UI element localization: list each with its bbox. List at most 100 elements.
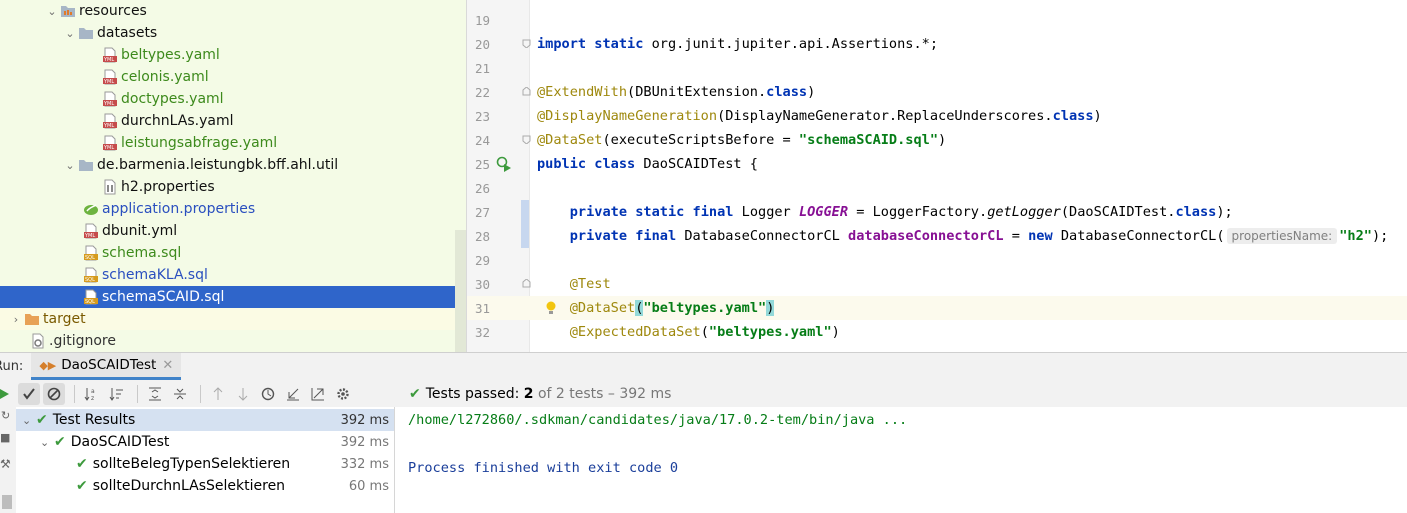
line-number: 30 xyxy=(474,276,490,292)
code-line-20[interactable]: 20 import static org.junit.jupiter.api.A… xyxy=(467,32,1407,56)
export-results-icon[interactable] xyxy=(307,383,329,405)
chevron-down-icon[interactable]: ⌄ xyxy=(62,27,78,40)
chevron-right-icon[interactable]: › xyxy=(8,313,24,326)
test-method-row[interactable]: ✔ sollteBelegTypenSelektieren 332 ms xyxy=(16,453,394,475)
chevron-down-icon[interactable]: ⌄ xyxy=(62,159,78,172)
expand-all-icon[interactable] xyxy=(144,383,166,405)
test-history-icon[interactable] xyxy=(257,383,279,405)
code-line-32[interactable]: 32 @ExpectedDataSet("beltypes.yaml") xyxy=(467,320,1407,344)
pin-icon[interactable] xyxy=(2,495,12,509)
tree-item-resources[interactable]: ⌄ resources xyxy=(0,0,466,22)
code-editor[interactable]: 19 20 import static org.junit.jupiter.ap… xyxy=(466,0,1407,352)
chevron-down-icon[interactable]: ⌄ xyxy=(40,436,54,449)
sort-alphabetically-icon[interactable]: az xyxy=(81,383,103,405)
tree-item-label: h2.properties xyxy=(121,179,215,195)
code-line-22[interactable]: 22 @ExtendWith(DBUnitExtension.class) xyxy=(467,80,1407,104)
test-status: ✔ Tests passed: 2 of 2 tests – 392 ms xyxy=(409,385,672,402)
show-ignored-icon[interactable] xyxy=(43,382,65,405)
wrench-icon[interactable]: ⚒ xyxy=(0,457,11,471)
sql-file-icon: SQL xyxy=(83,245,99,261)
show-passed-icon[interactable] xyxy=(18,382,40,405)
code-text: @DisplayNameGeneration(DisplayNameGenera… xyxy=(537,108,1102,124)
line-number: 19 xyxy=(474,12,490,28)
line-number: 28 xyxy=(474,228,490,244)
sort-by-duration-icon[interactable] xyxy=(106,383,128,405)
svg-text:a: a xyxy=(91,388,95,395)
next-failed-icon[interactable] xyxy=(232,383,254,405)
code-text: @DataSet(executeScriptsBefore = "schemaS… xyxy=(537,132,947,148)
chevron-down-icon[interactable]: ⌄ xyxy=(22,414,36,427)
tree-item-label: dbunit.yml xyxy=(102,223,178,239)
svg-text:YML: YML xyxy=(103,79,114,85)
gear-icon[interactable] xyxy=(332,383,354,405)
code-line-31[interactable]: 31 @DataSet("beltypes.yaml") xyxy=(467,296,1407,320)
excluded-folder-icon xyxy=(24,311,40,327)
code-line-25[interactable]: 25 public class DaoSCAIDTest { xyxy=(467,152,1407,176)
line-number: 20 xyxy=(474,36,490,52)
tree-item-gitignore[interactable]: .gitignore xyxy=(0,330,466,352)
code-line-24[interactable]: 24 @DataSet(executeScriptsBefore = "sche… xyxy=(467,128,1407,152)
tree-item-schema-sql[interactable]: SQL schema.sql xyxy=(0,242,466,264)
resources-folder-icon xyxy=(60,3,76,19)
tree-scrollbar[interactable] xyxy=(455,230,466,352)
yaml-file-icon: YML xyxy=(83,223,99,239)
test-results-tree[interactable]: ⌄ ✔ Test Results 392 ms ⌄ ✔ DaoSCAIDTest… xyxy=(16,407,395,513)
rerun-failed-icon[interactable]: ↻ xyxy=(1,409,10,422)
fold-icon[interactable] xyxy=(522,135,531,144)
test-class-row[interactable]: ⌄ ✔ DaoSCAIDTest 392 ms xyxy=(16,431,394,453)
yaml-file-icon: YML xyxy=(102,135,118,151)
tree-item-schemascaid-sql[interactable]: SQL schemaSCAID.sql xyxy=(0,286,466,308)
code-line-30[interactable]: 30 @Test xyxy=(467,272,1407,296)
code-line-29[interactable]: 29 xyxy=(467,248,1407,272)
tree-item-dbunit-yml[interactable]: YML dbunit.yml xyxy=(0,220,466,242)
tree-item-target[interactable]: › target xyxy=(0,308,466,330)
tree-item-durchnlas-yaml[interactable]: YML durchnLAs.yaml xyxy=(0,110,466,132)
tree-item-schemakla-sql[interactable]: SQL schemaKLA.sql xyxy=(0,264,466,286)
tree-item-label: .gitignore xyxy=(49,333,116,349)
code-line-26[interactable]: 26 xyxy=(467,176,1407,200)
fold-icon[interactable] xyxy=(522,39,531,48)
line-number: 32 xyxy=(474,324,490,340)
tree-item-celonis-yaml[interactable]: YML celonis.yaml xyxy=(0,66,466,88)
svg-text:YML: YML xyxy=(103,123,114,129)
fold-icon[interactable] xyxy=(522,87,531,96)
stop-icon[interactable]: ■ xyxy=(0,431,10,444)
console-output[interactable]: /home/l272860/.sdkman/candidates/java/17… xyxy=(395,407,1407,513)
check-icon: ✔ xyxy=(76,456,88,472)
code-line-21[interactable]: 21 xyxy=(467,56,1407,80)
run-tab[interactable]: ◆▶ DaoSCAIDTest ✕ xyxy=(31,353,182,380)
tree-item-h2-properties[interactable]: h2.properties xyxy=(0,176,466,198)
gitignore-file-icon xyxy=(30,333,46,349)
chevron-down-icon[interactable]: ⌄ xyxy=(44,5,60,18)
collapse-all-icon[interactable] xyxy=(169,383,191,405)
tree-item-beltypes-yaml[interactable]: YML beltypes.yaml xyxy=(0,44,466,66)
tree-item-label: de.barmenia.leistungbk.bff.ahl.util xyxy=(97,157,339,173)
close-icon[interactable]: ✕ xyxy=(162,358,173,373)
run-side-toolbar: ↻ ■ ⚒ xyxy=(0,407,17,513)
previous-failed-icon[interactable] xyxy=(207,383,229,405)
tree-item-label: resources xyxy=(79,3,147,19)
yaml-file-icon: YML xyxy=(102,47,118,63)
test-results-root[interactable]: ⌄ ✔ Test Results 392 ms xyxy=(16,409,394,431)
code-line-23[interactable]: 23 @DisplayNameGeneration(DisplayNameGen… xyxy=(467,104,1407,128)
code-line-19[interactable]: 19 xyxy=(467,8,1407,32)
svg-text:YML: YML xyxy=(84,233,95,239)
test-method-row[interactable]: ✔ sollteDurchnLAsSelektieren 60 ms xyxy=(16,475,394,497)
line-number: 23 xyxy=(474,108,490,124)
spring-properties-icon xyxy=(83,201,99,217)
rerun-icon[interactable] xyxy=(0,383,10,405)
code-line-28[interactable]: 28 private final DatabaseConnectorCL dat… xyxy=(467,224,1407,248)
svg-text:SQL: SQL xyxy=(85,299,95,305)
run-tool-window-header: Run: ◆▶ DaoSCAIDTest ✕ xyxy=(0,352,1407,381)
tree-item-doctypes-yaml[interactable]: YML doctypes.yaml xyxy=(0,88,466,110)
line-number: 22 xyxy=(474,84,490,100)
tree-item-label: schema.sql xyxy=(102,245,182,261)
tree-item-util-package[interactable]: ⌄ de.barmenia.leistungbk.bff.ahl.util xyxy=(0,154,466,176)
tree-item-leistungsabfrage-yaml[interactable]: YML leistungsabfrage.yaml xyxy=(0,132,466,154)
import-tests-icon[interactable] xyxy=(282,383,304,405)
code-line-27[interactable]: 27 private static final Logger LOGGER = … xyxy=(467,200,1407,224)
tree-item-application-properties[interactable]: application.properties xyxy=(0,198,466,220)
tree-item-datasets[interactable]: ⌄ datasets xyxy=(0,22,466,44)
run-test-icon[interactable] xyxy=(496,156,512,172)
fold-icon[interactable] xyxy=(522,279,531,288)
